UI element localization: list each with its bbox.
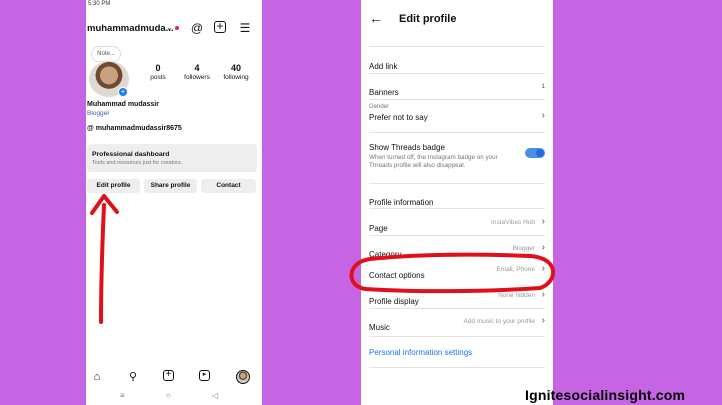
posts-count: 0 xyxy=(155,63,161,73)
note-bubble[interactable]: Note... xyxy=(91,46,121,62)
status-time: 5:30 PM xyxy=(88,1,111,7)
threads-small-icon: @ xyxy=(87,125,96,132)
edit-profile-header: ← Edit profile xyxy=(361,8,553,32)
recents-icon[interactable]: ≡ xyxy=(120,391,125,400)
following-count: 40 xyxy=(230,63,241,73)
profile-tab-avatar[interactable] xyxy=(236,370,250,384)
system-navigation: ≡ ○ ◁ xyxy=(86,390,262,405)
gender-row[interactable]: Gender Prefer not to say › xyxy=(369,104,545,122)
back-nav-icon[interactable]: ◁ xyxy=(212,391,218,400)
divider xyxy=(369,73,545,74)
gender-value: Prefer not to say xyxy=(369,113,428,122)
threads-link[interactable]: @ muhammadmudassir8675 xyxy=(87,125,182,132)
divider xyxy=(369,132,545,133)
menu-icon[interactable]: ☰ xyxy=(238,21,252,35)
stat-posts[interactable]: 0 posts xyxy=(138,63,178,81)
followers-count: 4 xyxy=(194,63,200,73)
profile-screen: 5:30 PM muhammadmuda... ⌄ @ + ☰ Note... … xyxy=(86,0,262,405)
dashboard-subtitle: Tools and resources just for creators. xyxy=(92,160,183,166)
display-name: Muhammad mudassir xyxy=(87,101,159,108)
threads-badge-toggle[interactable] xyxy=(525,148,545,158)
chevron-right-icon: › xyxy=(541,315,545,326)
divider xyxy=(369,183,545,184)
category-row[interactable]: Category Blogger › xyxy=(369,242,545,262)
contact-options-value: Email, Phone xyxy=(496,266,535,273)
stat-followers[interactable]: 4 followers xyxy=(177,63,217,81)
chevron-right-icon: › xyxy=(541,289,545,300)
divider xyxy=(369,367,545,368)
threads-icon[interactable]: @ xyxy=(190,21,204,35)
page-title: Edit profile xyxy=(399,13,457,25)
add-link-row[interactable]: Add link xyxy=(369,56,545,74)
category-label: Category xyxy=(369,250,402,259)
professional-dashboard[interactable]: Professional dashboard Tools and resourc… xyxy=(87,144,257,172)
search-icon[interactable]: ⚲ xyxy=(126,370,140,384)
bottom-navigation: ⌂ ⚲ + ▸ xyxy=(86,368,262,388)
personal-information-settings-link[interactable]: Personal information settings xyxy=(369,348,472,357)
music-row[interactable]: Music Add music to your profile › xyxy=(369,315,545,335)
profile-category: Blogger xyxy=(87,110,110,117)
page-row[interactable]: Page InstaVibes Hub › xyxy=(369,216,545,236)
profile-display-value: None hidden xyxy=(498,292,535,299)
page-value: InstaVibes Hub xyxy=(491,219,535,226)
contact-button[interactable]: Contact xyxy=(201,179,256,193)
section-title: Profile information xyxy=(369,198,434,207)
divider xyxy=(369,336,545,337)
edit-profile-button[interactable]: Edit profile xyxy=(87,179,140,193)
create-post-icon[interactable]: + xyxy=(163,370,174,381)
divider xyxy=(369,208,545,209)
profile-display-row[interactable]: Profile display None hidden › xyxy=(369,289,545,309)
music-value: Add music to your profile xyxy=(463,318,535,325)
banners-label: Banners xyxy=(369,88,399,97)
stat-following[interactable]: 40 following xyxy=(216,63,256,81)
divider xyxy=(369,308,545,309)
banners-row[interactable]: Banners 1 xyxy=(369,82,545,100)
threads-badge-row[interactable]: Show Threads badge When turned off, the … xyxy=(369,143,545,170)
threads-badge-label: Show Threads badge xyxy=(369,143,445,152)
page-label: Page xyxy=(369,224,388,233)
add-story-icon[interactable]: + xyxy=(118,87,128,97)
reels-icon[interactable]: ▸ xyxy=(199,370,210,381)
divider xyxy=(369,235,545,236)
brand-watermark: Ignitesocialinsight.com xyxy=(525,387,686,403)
contact-options-label: Contact options xyxy=(369,271,425,280)
profile-display-label: Profile display xyxy=(369,297,419,306)
share-profile-button[interactable]: Share profile xyxy=(144,179,197,193)
divider xyxy=(369,46,545,47)
notification-dot xyxy=(175,26,179,30)
chevron-right-icon: › xyxy=(541,110,545,121)
home-icon[interactable]: ⌂ xyxy=(90,370,104,384)
chevron-right-icon: › xyxy=(541,242,545,253)
chevron-right-icon: › xyxy=(541,216,545,227)
gender-caption: Gender xyxy=(369,104,390,110)
threads-badge-description: When turned off, the Instagram badge on … xyxy=(369,154,498,169)
add-link-label: Add link xyxy=(369,62,398,71)
create-icon[interactable]: + xyxy=(214,20,226,33)
edit-profile-screen: ← Edit profile Add link Banners 1 Gender… xyxy=(361,0,553,405)
dashboard-title: Professional dashboard xyxy=(92,151,170,158)
chevron-right-icon: › xyxy=(541,263,545,274)
category-value: Blogger xyxy=(512,245,535,252)
home-button-icon[interactable]: ○ xyxy=(166,391,171,400)
username-switcher[interactable]: muhammadmuda... xyxy=(87,23,174,34)
back-arrow-icon[interactable]: ← xyxy=(369,10,383,26)
threads-handle: muhammadmudassir8675 xyxy=(95,125,182,132)
banners-value: 1 xyxy=(541,83,545,90)
divider xyxy=(369,99,545,100)
contact-options-row[interactable]: Contact options Email, Phone › xyxy=(369,263,545,283)
following-label: following xyxy=(223,74,249,81)
posts-label: posts xyxy=(150,74,166,81)
followers-label: followers xyxy=(184,74,210,81)
music-label: Music xyxy=(369,323,390,332)
profile-header: muhammadmuda... ⌄ @ + ☰ xyxy=(86,20,262,37)
chevron-down-icon[interactable]: ⌄ xyxy=(166,23,173,32)
